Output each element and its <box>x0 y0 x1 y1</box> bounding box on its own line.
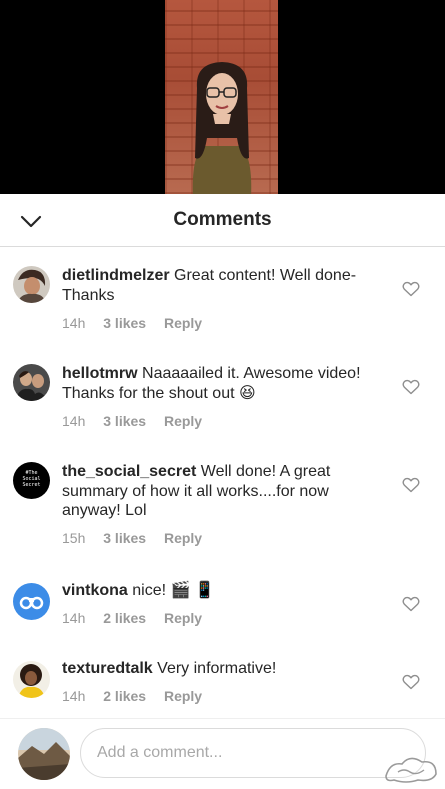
avatar[interactable]: #The Social Secret <box>13 462 50 499</box>
comment-text: the_social_secret Well done! A great sum… <box>62 462 382 521</box>
speaker-figure <box>192 62 252 194</box>
comment-likes[interactable]: 2 likes <box>103 610 146 626</box>
reply-button[interactable]: Reply <box>164 315 202 331</box>
comment-text: hellotmrw Naaaaailed it. Awesome video! … <box>62 364 382 403</box>
comment-message: Very informative! <box>157 660 277 677</box>
comment-time: 15h <box>62 530 86 546</box>
comment-likes[interactable]: 3 likes <box>103 413 146 429</box>
watermark-logo <box>385 757 437 783</box>
comment-time: 14h <box>62 315 86 331</box>
heart-icon[interactable] <box>402 674 420 690</box>
comment-username[interactable]: vintkona <box>62 582 128 599</box>
comments-header: Comments <box>0 194 445 247</box>
video-frame <box>165 0 278 194</box>
heart-icon[interactable] <box>402 596 420 612</box>
comment-time: 14h <box>62 688 86 704</box>
comment-input[interactable] <box>80 728 426 778</box>
comment-text: texturedtalk Very informative! <box>62 659 382 679</box>
comment-username[interactable]: dietlindmelzer <box>62 267 170 284</box>
avatar[interactable] <box>13 583 50 620</box>
comment-meta: 14h 3 likes Reply <box>62 413 216 429</box>
comment-likes[interactable]: 3 likes <box>103 315 146 331</box>
comment-username[interactable]: the_social_secret <box>62 463 196 480</box>
avatar[interactable] <box>13 364 50 401</box>
reply-button[interactable]: Reply <box>164 530 202 546</box>
comment-text: dietlindmelzer Great content! Well done-… <box>62 266 382 305</box>
comment-composer <box>0 718 445 789</box>
comment-meta: 14h 3 likes Reply <box>62 315 216 331</box>
comment-likes[interactable]: 3 likes <box>103 530 146 546</box>
reply-button[interactable]: Reply <box>164 413 202 429</box>
comment-meta: 15h 3 likes Reply <box>62 530 216 546</box>
page-title: Comments <box>173 209 272 230</box>
reply-button[interactable]: Reply <box>164 610 202 626</box>
comment-meta: 14h 2 likes Reply <box>62 688 216 704</box>
binoculars-icon <box>19 596 44 610</box>
reply-button[interactable]: Reply <box>164 688 202 704</box>
avatar-text: #The Social Secret <box>22 470 41 488</box>
avatar[interactable] <box>13 661 50 698</box>
comment-text: vintkona nice! 🎬 📱 <box>62 581 382 601</box>
avatar <box>18 728 70 780</box>
avatar[interactable] <box>13 266 50 303</box>
comment-username[interactable]: hellotmrw <box>62 365 138 382</box>
heart-icon[interactable] <box>402 379 420 395</box>
heart-icon[interactable] <box>402 477 420 493</box>
comment-time: 14h <box>62 610 86 626</box>
comment-meta: 14h 2 likes Reply <box>62 610 216 626</box>
comment-time: 14h <box>62 413 86 429</box>
comment-username[interactable]: texturedtalk <box>62 660 153 677</box>
comment-message: nice! 🎬 📱 <box>132 582 215 599</box>
comment-likes[interactable]: 2 likes <box>103 688 146 704</box>
heart-icon[interactable] <box>402 281 420 297</box>
video-player[interactable] <box>0 0 445 194</box>
